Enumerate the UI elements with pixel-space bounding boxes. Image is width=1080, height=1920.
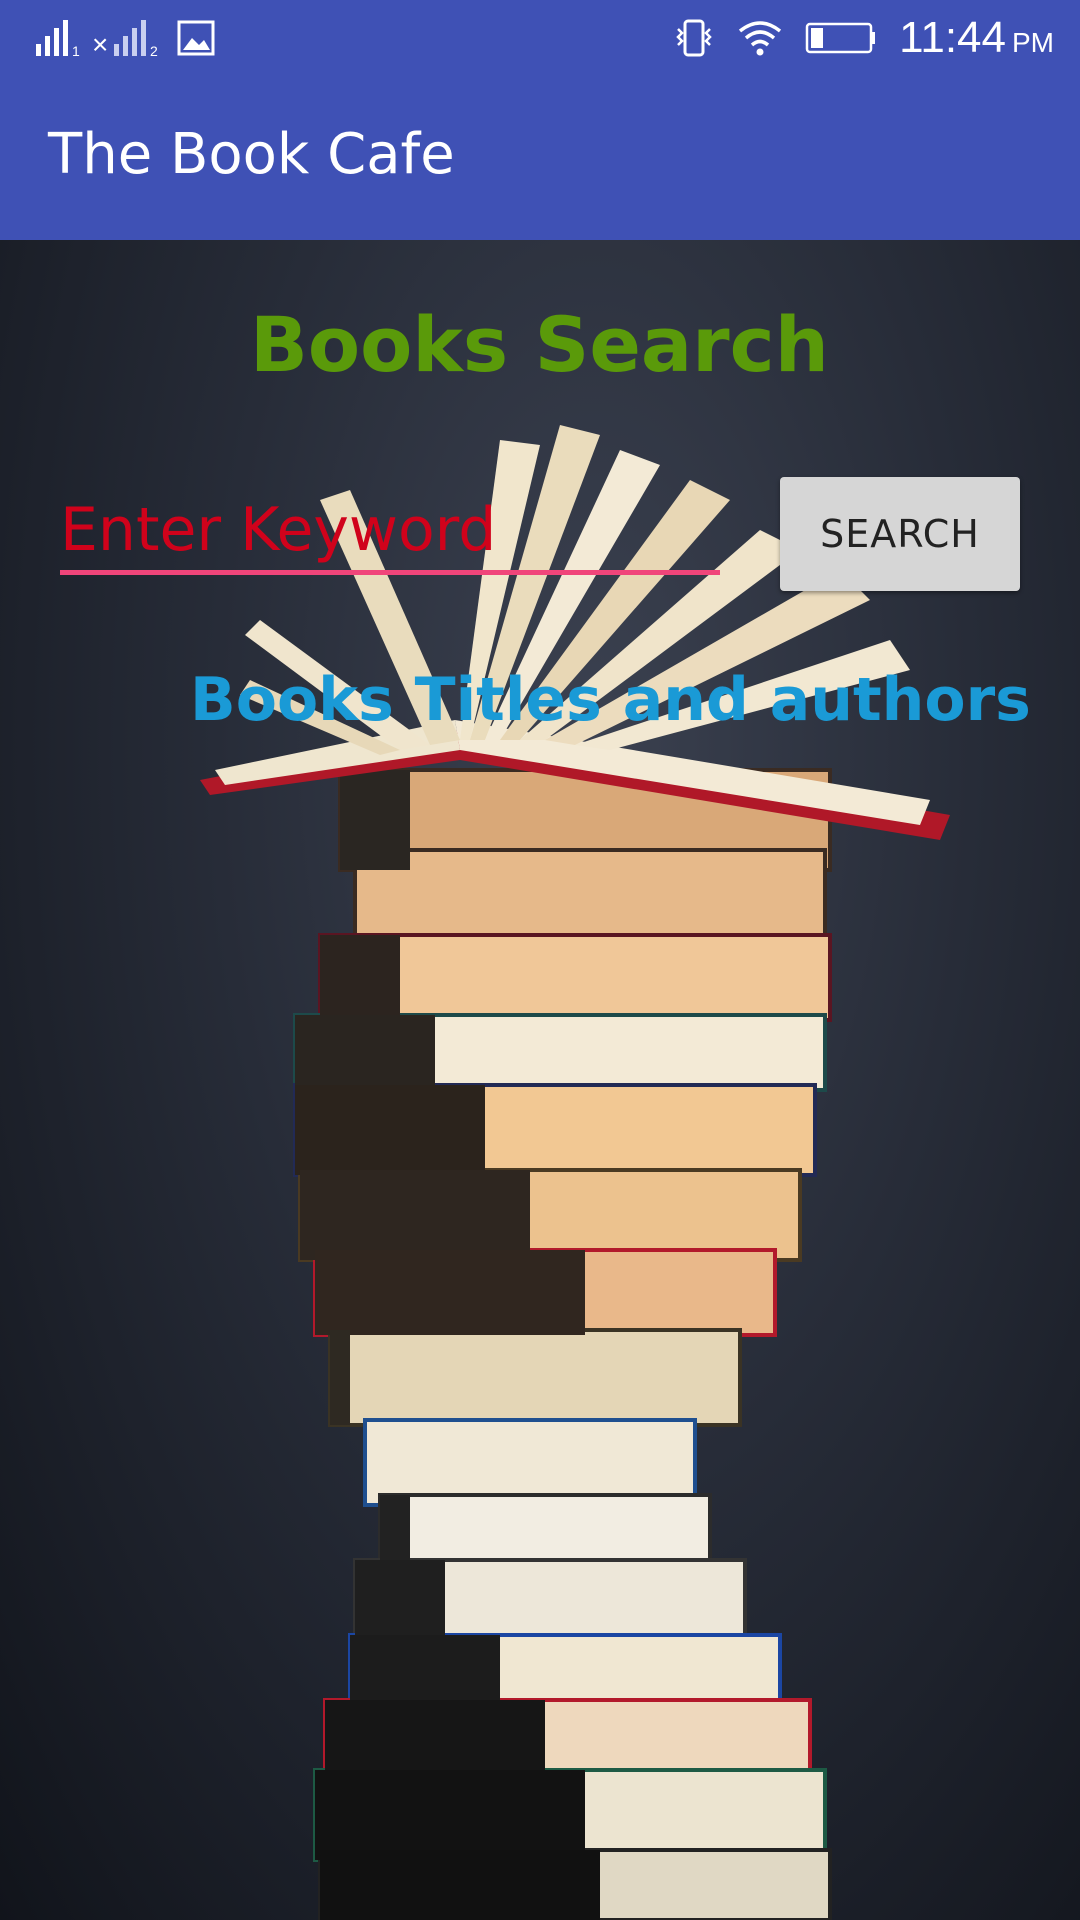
results-label: Books Titles and authors bbox=[190, 665, 1031, 735]
vibrate-icon bbox=[676, 19, 712, 57]
main-content: Books Search SEARCH Books Titles and aut… bbox=[0, 240, 1080, 1920]
search-button[interactable]: SEARCH bbox=[780, 477, 1020, 591]
clock-ampm: PM bbox=[1012, 27, 1054, 58]
status-right: 11:44 PM bbox=[673, 13, 1054, 63]
status-left: 1 × 2 bbox=[34, 18, 216, 58]
signal-sim2-icon: × 2 bbox=[92, 20, 158, 58]
sim1-label: 1 bbox=[72, 43, 80, 58]
app-bar: 1 × 2 11:44 PM The Book Cafe bbox=[0, 0, 1080, 240]
book-stack bbox=[293, 768, 832, 1920]
signal-sim1-icon: 1 bbox=[36, 20, 80, 58]
gallery-notification-icon bbox=[177, 20, 215, 56]
app-title: The Book Cafe bbox=[48, 122, 455, 187]
page-heading: Books Search bbox=[250, 300, 829, 389]
wifi-icon bbox=[739, 21, 782, 56]
keyword-search-input[interactable] bbox=[60, 490, 720, 575]
clock: 11:44 PM bbox=[899, 13, 1054, 63]
svg-text:×: × bbox=[92, 29, 108, 58]
screen: 1 × 2 11:44 PM The Book Cafe Books Searc… bbox=[0, 0, 1080, 1920]
clock-time: 11:44 bbox=[899, 13, 1006, 62]
sim2-label: 2 bbox=[150, 43, 158, 58]
status-bar: 1 × 2 11:44 PM bbox=[0, 0, 1080, 75]
battery-icon bbox=[805, 22, 876, 54]
